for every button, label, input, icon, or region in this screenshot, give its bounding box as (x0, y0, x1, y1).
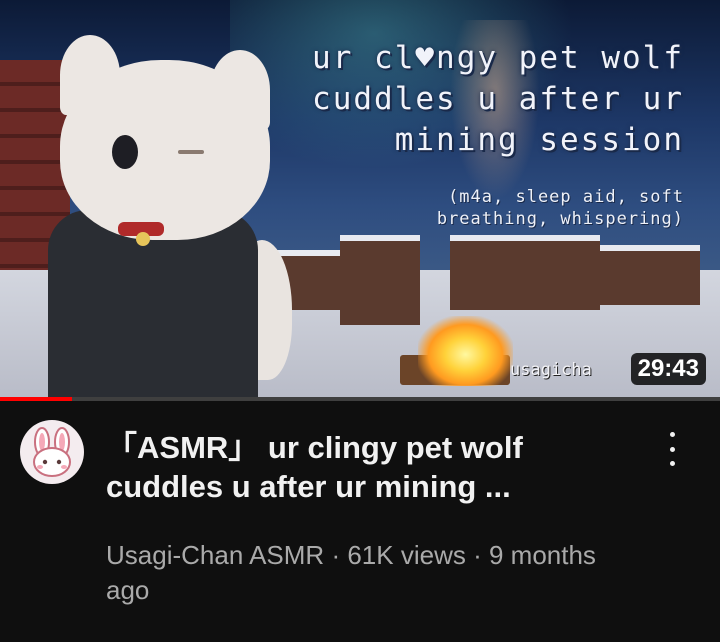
overlay-title-line: cuddles u after ur (312, 81, 684, 117)
watch-progress-bar (0, 397, 720, 401)
overlay-subtitle-line: (m4a, sleep aid, soft (448, 187, 684, 207)
dirt-block (340, 235, 420, 325)
thumbnail-watermark: usagicha (510, 360, 592, 380)
duration-badge: 29:43 (630, 353, 706, 385)
thumbnail-overlay-subtitle: (m4a, sleep aid, soft breathing, whisper… (304, 186, 684, 230)
channel-avatar[interactable] (20, 420, 84, 484)
video-thumbnail[interactable]: ur cl♥ngy pet wolf cuddles u after ur mi… (0, 0, 720, 397)
wolf-eye-closed (178, 150, 204, 154)
kebab-dot (669, 432, 675, 437)
view-count: 61K views (347, 540, 466, 570)
wolf-eye-open (112, 135, 138, 169)
video-title[interactable]: 「ASMR」 ur clingy pet wolf cuddles u afte… (106, 428, 646, 506)
overlay-subtitle-line: breathing, whispering) (436, 209, 684, 229)
collar-bell (136, 232, 150, 246)
meta-separator: · (331, 540, 341, 570)
wolf-head (60, 60, 270, 240)
campfire-flame (418, 316, 513, 386)
thumbnail-overlay-title: ur cl♥ngy pet wolf cuddles u after ur mi… (264, 38, 684, 161)
kebab-dot (669, 446, 675, 452)
overlay-title-line: mining session (394, 122, 684, 158)
dirt-block (450, 235, 600, 310)
kebab-dot (669, 461, 675, 466)
meta-separator: · (473, 540, 482, 570)
channel-name[interactable]: Usagi-Chan ASMR (106, 540, 324, 570)
watch-progress-fill (0, 397, 72, 401)
bunny-avatar-icon (33, 427, 71, 477)
dirt-block (600, 245, 700, 305)
more-vert-icon[interactable] (660, 430, 684, 468)
video-metadata: Usagi-Chan ASMR · 61K views · 9 months a… (106, 538, 646, 608)
overlay-title-line: ur cl♥ngy pet wolf (312, 40, 684, 76)
